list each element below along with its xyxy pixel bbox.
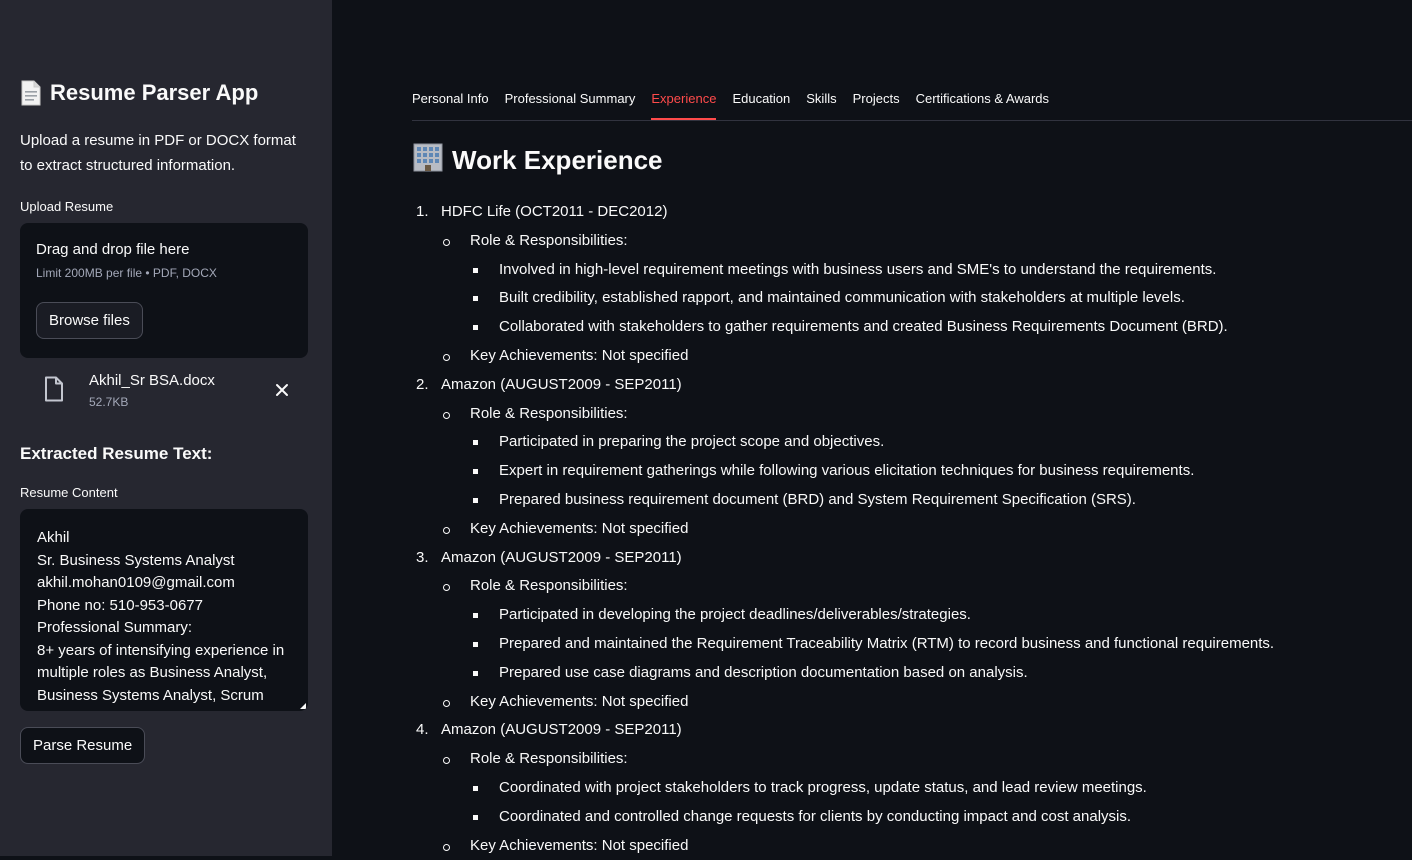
responsibility-item: Prepared and maintained the Requirement … — [470, 630, 1274, 659]
experience-heading: HDFC Life (OCT2011 - DEC2012) — [441, 203, 668, 220]
resume-content-line: Professional Summary: — [37, 619, 193, 636]
resume-content-line: 8+ years of intensifying experience in — [37, 641, 285, 659]
key-achievements: Key Achievements: Not specified — [441, 342, 1274, 371]
app-title: Resume Parser App — [20, 80, 258, 106]
experience-number: 3. — [416, 548, 429, 566]
tab-professional-summary[interactable]: Professional Summary — [505, 84, 636, 120]
roles-label: Role & Responsibilities: — [441, 572, 1274, 601]
parse-resume-button[interactable]: Parse Resume — [20, 727, 146, 764]
experience-heading: Amazon (AUGUST2009 - SEP2011) — [441, 721, 682, 739]
responsibility-item: Participated in preparing the project sc… — [470, 428, 1274, 457]
resume-content-textarea[interactable]: Akhil Sr. Business Systems Analyst akhil.m… — [20, 509, 308, 711]
experience-heading: Amazon (AUGUST2009 - SEP2011) — [441, 375, 682, 393]
experience-item: 1. HDFC Life (OCT2011 - DEC2012) Role & Re… — [412, 198, 1274, 371]
file-name: Akhil_Sr BSA.docx — [89, 372, 215, 389]
resume-content-line: Akhil — [37, 529, 70, 546]
key-achievements: Key Achievements: Not specified — [441, 688, 1274, 717]
responsibility-item: Participated in developing the project d… — [470, 601, 1274, 630]
office-building-icon — [412, 142, 444, 179]
resume-content-line: Business Systems Analyst, Scrum — [37, 686, 264, 704]
app-title-text: Resume Parser App — [50, 80, 259, 105]
page-title-text: Work Experience — [452, 145, 663, 175]
tab-bar: Personal Info Professional Summary Experie… — [412, 84, 1412, 121]
roles-label: Role & Responsibilities: — [441, 745, 1274, 774]
responsibility-item: Built credibility, established rapport, … — [470, 284, 1274, 313]
resume-content-line: akhil.mohan0109@gmail.com — [37, 574, 235, 591]
responsibility-item: Coordinated and controlled change reques… — [470, 803, 1274, 832]
resume-content-line: Phone no: 510-953-0677 — [37, 596, 203, 614]
tab-education[interactable]: Education — [732, 84, 790, 120]
file-size: 52.7KB — [89, 395, 129, 409]
responsibilities-list: Involved in high-level requirement meeti… — [441, 256, 1274, 342]
main-content: Personal Info Professional Summary Experie… — [332, 0, 1412, 856]
file-dropzone[interactable]: Drag and drop file here Limit 200MB per … — [20, 223, 308, 358]
experience-number: 2. — [416, 375, 429, 393]
resume-content-line: Sr. Business Systems Analyst — [37, 551, 235, 569]
experience-heading: Amazon (AUGUST2009 - SEP2011) — [441, 548, 682, 566]
document-icon — [20, 80, 42, 106]
experience-number: 4. — [416, 721, 429, 739]
resume-content-line: multiple roles as Business Analyst, — [37, 664, 268, 681]
file-icon — [44, 376, 64, 406]
resize-handle-icon[interactable] — [300, 703, 306, 709]
upload-label: Upload Resume — [20, 199, 114, 214]
uploaded-file: Akhil_Sr BSA.docx 52.7KB — [40, 370, 308, 414]
responsibilities-list: Participated in developing the project d… — [441, 601, 1274, 687]
experience-list: 1. HDFC Life (OCT2011 - DEC2012) Role & Re… — [412, 198, 1274, 860]
experience-item: 4. Amazon (AUGUST2009 - SEP2011) Role & Re… — [412, 716, 1274, 860]
responsibility-item: Prepared business requirement document (… — [470, 486, 1274, 515]
responsibility-item: Involved in high-level requirement meeti… — [470, 256, 1274, 285]
experience-number: 1. — [416, 203, 429, 220]
tab-experience[interactable]: Experience — [651, 84, 717, 120]
roles-label: Role & Responsibilities: — [441, 227, 1274, 256]
tab-skills[interactable]: Skills — [806, 84, 836, 120]
responsibility-item: Expert in requirement gatherings while f… — [470, 457, 1274, 486]
tab-personal-info[interactable]: Personal Info — [412, 84, 489, 120]
responsibility-item: Coordinated with project stakeholders to… — [470, 774, 1274, 803]
responsibility-item: Prepared use case diagrams and descripti… — [470, 659, 1274, 688]
dropzone-limit: Limit 200MB per file • PDF, DOCX — [36, 266, 217, 280]
close-icon[interactable] — [272, 380, 292, 400]
roles-label: Role & Responsibilities: — [441, 400, 1274, 429]
responsibilities-list: Participated in preparing the project sc… — [441, 428, 1274, 514]
sidebar: Resume Parser App Upload a resume in PDF… — [0, 0, 332, 856]
tab-projects[interactable]: Projects — [853, 84, 900, 120]
resume-content-label: Resume Content — [20, 485, 118, 500]
extracted-text-heading: Extracted Resume Text: — [20, 444, 213, 463]
app-description: Upload a resume in PDF or DOCX format to… — [20, 132, 296, 174]
responsibilities-list: Coordinated with project stakeholders to… — [441, 774, 1274, 832]
browse-files-button[interactable]: Browse files — [36, 302, 143, 339]
tab-certifications-awards[interactable]: Certifications & Awards — [916, 84, 1049, 120]
experience-item: 2. Amazon (AUGUST2009 - SEP2011) Role & Re… — [412, 371, 1274, 544]
page-title: Work Experience — [412, 142, 663, 179]
responsibility-item: Collaborated with stakeholders to gather… — [470, 313, 1274, 342]
key-achievements: Key Achievements: Not specified — [441, 515, 1274, 544]
dropzone-title: Drag and drop file here — [36, 241, 190, 258]
experience-item: 3. Amazon (AUGUST2009 - SEP2011) Role & Re… — [412, 544, 1274, 717]
